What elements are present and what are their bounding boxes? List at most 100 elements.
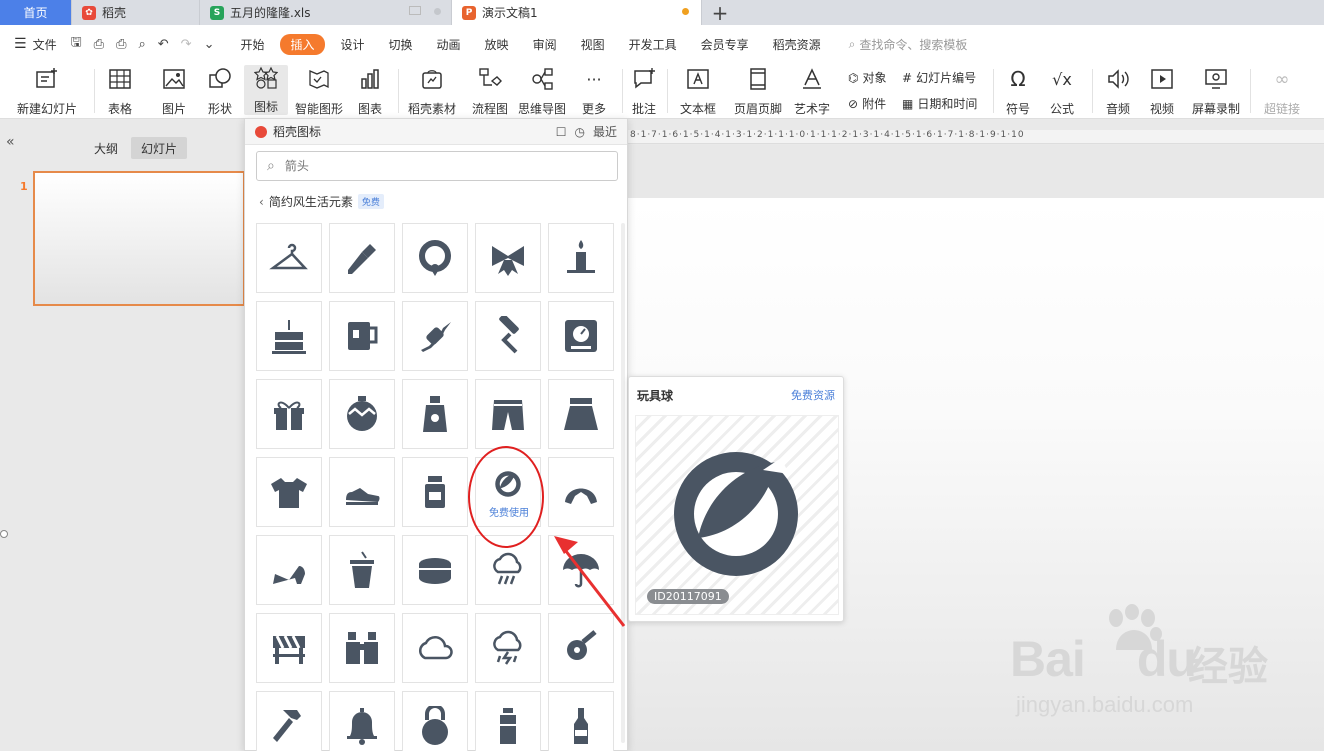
resize-handle[interactable]: [0, 530, 8, 538]
tab-start[interactable]: 开始: [228, 36, 276, 53]
more-button[interactable]: ··· 更多: [576, 66, 612, 117]
icon-grid-item[interactable]: [329, 223, 395, 293]
date-time-button[interactable]: ▦ 日期和时间: [902, 95, 977, 112]
icon-grid-item[interactable]: [256, 535, 322, 605]
icon-grid-item[interactable]: [475, 691, 541, 751]
icon-panel-actions: ☐ ◷ 最近: [556, 123, 617, 140]
slide-thumbnail[interactable]: [33, 171, 245, 306]
hyperlink-button[interactable]: ∞ 超链接: [1258, 66, 1306, 117]
flowchart-button[interactable]: 流程图: [470, 66, 510, 117]
undo-icon[interactable]: ↶: [158, 37, 169, 52]
slides-tab[interactable]: 幻灯片: [131, 137, 187, 159]
icon-grid-item[interactable]: [329, 379, 395, 449]
save-icon[interactable]: 🖫: [71, 33, 82, 55]
smart-graphic-button[interactable]: 智能图形: [294, 66, 344, 117]
tab-docer-resources[interactable]: 稻壳资源: [761, 36, 833, 53]
icon-grid-item[interactable]: [402, 613, 468, 683]
tab-review[interactable]: 审阅: [521, 36, 569, 53]
free-resource-link[interactable]: 免费资源: [791, 387, 835, 403]
export-pdf-icon[interactable]: ⎙: [94, 37, 104, 52]
comment-button[interactable]: 批注: [630, 66, 658, 117]
icon-grid-item[interactable]: [402, 691, 468, 751]
clock-icon[interactable]: ◷: [575, 125, 585, 139]
icon-grid-item[interactable]: [402, 223, 468, 293]
icon-grid-item[interactable]: [402, 457, 468, 527]
candle-icon: [567, 240, 595, 273]
docer-logo-icon: [255, 125, 267, 138]
chevron-down-icon[interactable]: ⌄: [204, 37, 215, 52]
icon-grid-item[interactable]: [256, 379, 322, 449]
icon-panel-scrollbar[interactable]: [621, 223, 625, 743]
chat-icon[interactable]: ☐: [556, 125, 567, 139]
icon-grid-item[interactable]: [548, 457, 614, 527]
tab-developer[interactable]: 开发工具: [617, 36, 689, 53]
object-button[interactable]: ⌬ 对象: [848, 69, 887, 86]
icon-grid-item[interactable]: [402, 301, 468, 371]
icon-grid-item[interactable]: [256, 691, 322, 751]
icon-grid-item[interactable]: [548, 301, 614, 371]
icon-grid-item[interactable]: [329, 691, 395, 751]
tab-transition[interactable]: 切换: [377, 36, 425, 53]
shape-button[interactable]: 形状: [202, 66, 238, 117]
icon-grid-item[interactable]: [329, 535, 395, 605]
video-button[interactable]: 视频: [1144, 66, 1180, 117]
tab-home[interactable]: 首页: [0, 0, 72, 25]
art-text-button[interactable]: 艺术字: [792, 66, 832, 117]
icon-grid-item[interactable]: [256, 301, 322, 371]
table-button[interactable]: 表格: [102, 66, 138, 117]
icon-grid-item[interactable]: [475, 223, 541, 293]
symbol-button[interactable]: Ω 符号: [1000, 66, 1036, 117]
header-footer-button[interactable]: 页眉页脚: [732, 66, 784, 117]
icon-grid-item[interactable]: [475, 301, 541, 371]
icon-grid-item[interactable]: [402, 535, 468, 605]
icon-grid-item[interactable]: [329, 457, 395, 527]
audio-button[interactable]: 音频: [1100, 66, 1136, 117]
tab-member[interactable]: 会员专享: [689, 36, 761, 53]
docer-material-button[interactable]: 稻壳素材: [406, 66, 458, 117]
tab-spreadsheet[interactable]: S 五月的隆隆.xls: [200, 0, 452, 25]
mindmap-button[interactable]: 思维导图: [517, 66, 567, 117]
recent-link[interactable]: 最近: [593, 123, 617, 140]
tab-docer[interactable]: ✿ 稻壳: [72, 0, 200, 25]
outline-tab[interactable]: 大纲: [94, 140, 118, 157]
icon-grid-item[interactable]: [475, 379, 541, 449]
print-preview-icon[interactable]: ⌕: [138, 37, 145, 52]
icon-grid-item[interactable]: [548, 223, 614, 293]
file-menu[interactable]: ☰ 文件: [14, 25, 57, 63]
icon-grid-item[interactable]: [475, 613, 541, 683]
icon-grid-item[interactable]: [548, 379, 614, 449]
header-footer-icon: [745, 66, 771, 92]
icon-grid-item[interactable]: [402, 379, 468, 449]
attachment-button[interactable]: ⊘ 附件: [848, 95, 886, 112]
icon-grid-item[interactable]: [256, 223, 322, 293]
picture-button[interactable]: 图片: [156, 66, 192, 117]
icon-grid-item[interactable]: [329, 301, 395, 371]
icon-grid-item[interactable]: [329, 613, 395, 683]
icon-search-input[interactable]: [284, 159, 585, 173]
new-slide-button[interactable]: 新建幻灯片: [12, 66, 82, 117]
new-tab-button[interactable]: +: [702, 0, 738, 25]
baidu-watermark: Bai du 经验 jingyan.baidu.com: [1010, 600, 1310, 730]
shape-icon: [207, 66, 233, 92]
formula-button[interactable]: √x 公式: [1044, 66, 1080, 117]
collapse-panel-icon[interactable]: «: [6, 134, 15, 150]
slide-number-button[interactable]: # 幻灯片编号: [902, 69, 976, 86]
redo-icon[interactable]: ↷: [181, 37, 192, 52]
textbox-button[interactable]: 文本框: [676, 66, 720, 117]
icon-grid-item[interactable]: [256, 613, 322, 683]
icon-grid-item[interactable]: [256, 457, 322, 527]
screen-record-button[interactable]: 屏幕录制: [1190, 66, 1242, 117]
icon-button[interactable]: 图标: [244, 65, 288, 115]
print-icon[interactable]: ⎙: [116, 37, 126, 52]
tab-presentation[interactable]: P 演示文稿1: [452, 0, 702, 25]
icon-grid-item[interactable]: [548, 691, 614, 751]
tab-design[interactable]: 设计: [329, 36, 377, 53]
tab-view[interactable]: 视图: [569, 36, 617, 53]
command-search[interactable]: ⌕ 查找命令、搜索模板: [849, 36, 968, 53]
tab-insert[interactable]: 插入: [280, 33, 325, 55]
category-breadcrumb[interactable]: ‹ 简约风生活元素 免费: [259, 193, 384, 210]
tab-animation[interactable]: 动画: [425, 36, 473, 53]
tab-slideshow[interactable]: 放映: [473, 36, 521, 53]
chart-button[interactable]: 图表: [352, 66, 388, 117]
icon-search-box[interactable]: ⌕: [256, 151, 618, 181]
